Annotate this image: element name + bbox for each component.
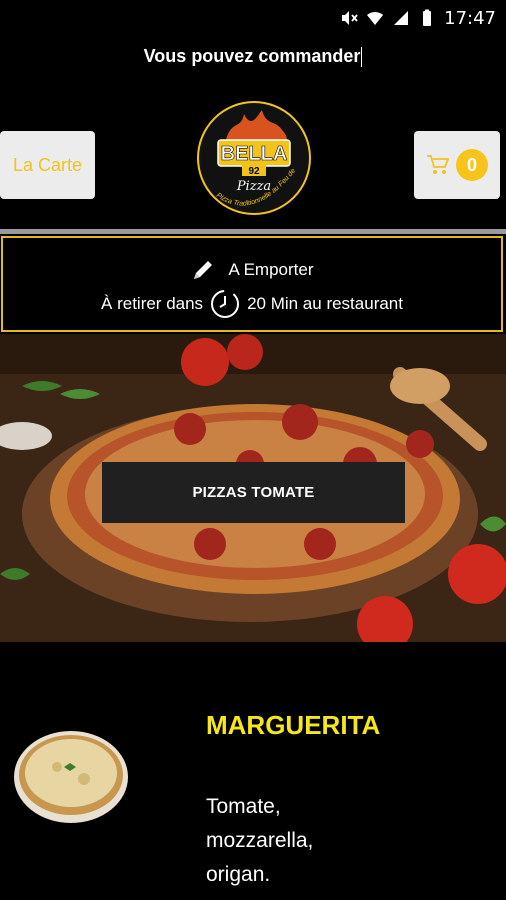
pickup-prefix: À retirer dans (101, 294, 204, 313)
wifi-icon (367, 11, 384, 25)
clock-icon (211, 290, 240, 318)
logo-brand-text: BELLA (221, 143, 288, 165)
status-time: 17:47 (444, 7, 496, 29)
logo-sub-text: Pizza (236, 179, 271, 194)
marguerita-pizza-image[interactable] (12, 727, 130, 827)
header-divider (0, 229, 506, 234)
edit-pencil-icon[interactable] (190, 257, 216, 283)
pickup-suffix: 20 Min au restaurant (247, 294, 403, 313)
order-mode-label: A Emporter (228, 260, 314, 279)
order-mode-panel[interactable]: A Emporter À retirer dans 20 Min au rest… (1, 236, 503, 332)
logo-number-text: 92 (248, 166, 260, 177)
text-caret (361, 47, 363, 68)
mute-icon (342, 11, 358, 25)
category-pizzas-tomate-button[interactable]: PIZZAS TOMATE (102, 462, 405, 523)
la-carte-button[interactable]: La Carte (0, 131, 95, 199)
cart-icon (427, 155, 450, 174)
cart-button[interactable]: 0 (414, 131, 500, 199)
status-bar: 17:47 (0, 0, 506, 36)
cart-count-badge: 0 (456, 149, 488, 181)
bella-pizza-logo: BELLA 92 Pizza Pizza Traditionnelle au F… (196, 100, 311, 215)
product-name[interactable]: MARGUERITA (206, 710, 380, 741)
page-title: Vous pouvez commander (143, 46, 363, 68)
battery-icon (423, 9, 432, 26)
signal-icon (394, 11, 409, 25)
product-description: Tomate, mozzarella, origan. (206, 795, 314, 886)
la-carte-label: La Carte (12, 154, 83, 175)
